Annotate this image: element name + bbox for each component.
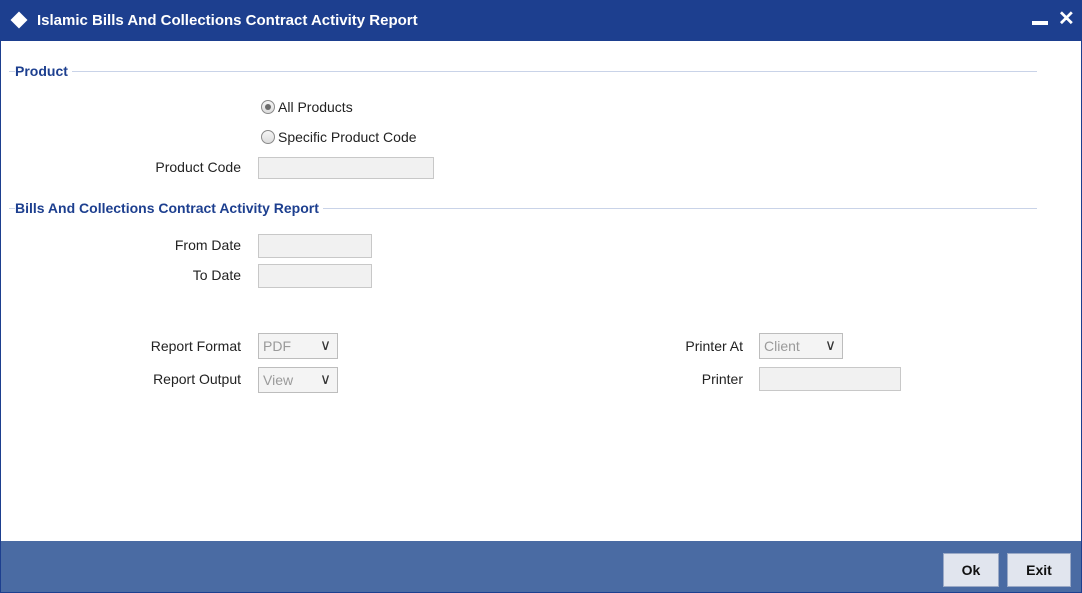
printer-at-label: Printer At — [685, 338, 743, 354]
report-output-label: Report Output — [153, 371, 241, 387]
specific-product-radio[interactable] — [261, 130, 275, 144]
report-window: Islamic Bills And Collections Contract A… — [0, 0, 1082, 593]
report-format-select[interactable]: PDF ∨ — [258, 333, 338, 359]
all-products-label: All Products — [278, 99, 353, 115]
ok-button[interactable]: Ok — [943, 553, 999, 587]
printer-input[interactable] — [759, 367, 901, 391]
report-format-label: Report Format — [150, 338, 241, 354]
diamond-icon — [10, 11, 28, 29]
product-code-label: Product Code — [155, 159, 241, 175]
title-bar: Islamic Bills And Collections Contract A… — [1, 1, 1081, 41]
exit-button[interactable]: Exit — [1007, 553, 1071, 587]
to-date-input[interactable] — [258, 264, 372, 288]
product-section-heading: Product — [15, 63, 72, 79]
window-title: Islamic Bills And Collections Contract A… — [37, 12, 418, 29]
minimize-button[interactable]: _ — [1032, 21, 1048, 25]
activity-section-heading: Bills And Collections Contract Activity … — [15, 200, 323, 216]
from-date-input[interactable] — [258, 234, 372, 258]
product-code-input[interactable] — [258, 157, 434, 179]
from-date-label: From Date — [174, 237, 241, 253]
all-products-option[interactable]: All Products — [261, 99, 353, 115]
chevron-down-icon: ∨ — [320, 337, 331, 354]
report-output-value: View — [263, 372, 294, 388]
report-format-value: PDF — [263, 338, 291, 354]
product-section-divider — [9, 71, 1037, 72]
all-products-radio[interactable] — [261, 100, 275, 114]
specific-product-option[interactable]: Specific Product Code — [261, 129, 417, 145]
to-date-label: To Date — [192, 267, 241, 283]
specific-product-label: Specific Product Code — [278, 129, 417, 145]
printer-at-value: Client — [764, 338, 800, 354]
chevron-down-icon: ∨ — [825, 337, 836, 354]
printer-at-select[interactable]: Client ∨ — [759, 333, 843, 359]
report-output-select[interactable]: View ∨ — [258, 367, 338, 393]
chevron-down-icon: ∨ — [320, 371, 331, 388]
close-button[interactable]: ✕ — [1058, 7, 1075, 31]
footer-bar: Ok Exit — [1, 541, 1081, 592]
printer-label: Printer — [701, 371, 743, 387]
